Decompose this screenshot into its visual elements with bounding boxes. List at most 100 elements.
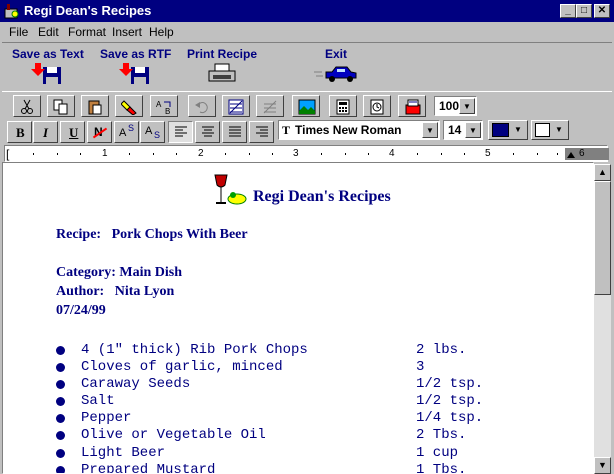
menu-edit[interactable]: Edit	[38, 25, 59, 39]
undo-button[interactable]	[188, 95, 216, 117]
align-left-button[interactable]	[168, 121, 193, 143]
copy-button[interactable]	[47, 95, 75, 117]
ingredient-name: Prepared Mustard	[81, 462, 216, 474]
scroll-down-button[interactable]: ▼	[594, 457, 611, 474]
ruler-number: 5	[485, 148, 491, 159]
ruler-number: 6	[579, 148, 585, 159]
ingredient-qty: 1 cup	[416, 445, 459, 461]
paste-button[interactable]	[81, 95, 109, 117]
replace-icon: A B	[156, 100, 171, 115]
superscript-button[interactable]: AS	[114, 121, 139, 143]
right-indent-marker[interactable]	[567, 152, 575, 158]
car-icon	[314, 66, 357, 82]
ingredient-qty: 1/4 tsp.	[416, 410, 484, 426]
minimize-button[interactable]: _	[560, 4, 576, 18]
chevron-down-icon[interactable]: ▼	[551, 122, 567, 138]
ingredient-qty: 2 Tbs.	[416, 427, 467, 443]
print-recipe-button[interactable]: Print Recipe	[187, 47, 257, 85]
back-color-select[interactable]: ▼	[531, 120, 569, 140]
lines-disabled-button[interactable]	[256, 95, 284, 117]
menu-insert[interactable]: Insert	[112, 25, 142, 39]
bullet	[56, 363, 65, 372]
clear-button[interactable]	[115, 95, 143, 117]
recipe-box-button[interactable]	[398, 95, 426, 117]
menu-format[interactable]: Format	[68, 25, 106, 39]
scroll-thumb[interactable]	[594, 181, 611, 295]
align-center-icon	[202, 126, 214, 137]
ingredient-name: Caraway Seeds	[81, 376, 191, 392]
big-toolbar: Save as Text Save as RTF Print Recipe Ex…	[2, 42, 612, 92]
exit-button[interactable]: Exit	[314, 47, 358, 85]
paste-icon	[88, 100, 102, 115]
ruler-number: 2	[198, 148, 204, 159]
lined-paper-icon	[263, 100, 277, 114]
ingredient-name: Cloves of garlic, minced	[81, 359, 283, 375]
save-as-rtf-button[interactable]: Save as RTF	[100, 47, 171, 85]
find-replace-button[interactable]: A B	[150, 95, 178, 117]
print-recipe-label: Print Recipe	[187, 47, 258, 61]
document-title: Regi Dean's Recipes	[253, 188, 391, 205]
font-value: Times New Roman	[295, 123, 402, 137]
menu-help[interactable]: Help	[149, 25, 174, 39]
floppy-disk-icon	[30, 63, 61, 84]
strikethrough-button[interactable]: N	[87, 121, 112, 143]
insert-picture-button[interactable]	[292, 95, 320, 117]
justify-button[interactable]	[222, 121, 247, 143]
ruler-number: 3	[293, 148, 299, 159]
ingredient-name: 4 (1" thick) Rib Pork Chops	[81, 342, 308, 358]
undo-icon	[195, 102, 208, 114]
font-size-select[interactable]: 14 ▼	[443, 120, 483, 140]
calculator-icon	[336, 99, 350, 115]
bullet	[56, 346, 65, 355]
ingredient-name: Pepper	[81, 410, 132, 426]
bullet	[56, 414, 65, 423]
ingredient-name: Light Beer	[81, 445, 166, 461]
chevron-down-icon[interactable]: ▼	[510, 122, 526, 138]
picture-icon	[298, 99, 316, 115]
app-icon[interactable]	[4, 3, 20, 19]
bullet	[56, 380, 65, 389]
ingredient-name: Olive or Vegetable Oil	[81, 427, 266, 443]
document-area[interactable]: Regi Dean's Recipes Recipe: Pork Chops W…	[2, 162, 594, 474]
close-button[interactable]: ✕	[594, 4, 610, 18]
chevron-down-icon[interactable]: ▼	[465, 122, 481, 138]
left-indent-marker[interactable]: [	[6, 147, 9, 161]
date-line: 07/24/99	[56, 303, 106, 318]
ruler-number: 1	[102, 148, 108, 159]
cut-button[interactable]	[13, 95, 41, 117]
align-center-button[interactable]	[195, 121, 220, 143]
author-line: Author: Nita Lyon	[56, 284, 175, 299]
lines-button[interactable]	[222, 95, 250, 117]
bullet	[56, 449, 65, 458]
category-line: Category: Main Dish	[56, 265, 182, 280]
timer-button[interactable]	[363, 95, 391, 117]
calculator-button[interactable]	[329, 95, 357, 117]
exit-label: Exit	[324, 47, 347, 61]
text-color-select[interactable]: ▼	[488, 120, 528, 140]
ingredient-qty: 3	[416, 359, 425, 375]
align-right-button[interactable]	[249, 121, 274, 143]
floppy-disk-icon	[118, 63, 149, 84]
subscript-button[interactable]: AS	[140, 121, 165, 143]
save-as-text-button[interactable]: Save as Text	[12, 47, 84, 85]
zoom-value: 100	[439, 99, 460, 113]
save-as-text-label: Save as Text	[12, 47, 84, 61]
maximize-button[interactable]: □	[576, 4, 592, 18]
eraser-icon	[121, 100, 137, 115]
bold-button[interactable]: B	[7, 121, 32, 143]
italic-button[interactable]: I	[33, 121, 58, 143]
chevron-down-icon[interactable]: ▼	[459, 98, 475, 114]
ruler[interactable]: [ 1 2 3 4 5 6	[4, 145, 609, 162]
save-as-rtf-label: Save as RTF	[100, 47, 172, 61]
title-bar[interactable]: Regi Dean's Recipes _ □ ✕	[0, 0, 614, 22]
menu-file[interactable]: File	[9, 25, 28, 39]
ingredient-qty: 2 lbs.	[416, 342, 467, 358]
zoom-select[interactable]: 100 ▼	[434, 96, 477, 116]
font-select[interactable]: T Times New Roman ▼	[278, 120, 440, 140]
scroll-up-button[interactable]: ▲	[594, 164, 611, 181]
chevron-down-icon[interactable]: ▼	[422, 122, 438, 138]
underline-button[interactable]: U	[60, 121, 85, 143]
vertical-scrollbar[interactable]: ▲ ▼	[594, 164, 611, 474]
recipe-box-icon	[405, 99, 421, 115]
text-color-swatch	[492, 123, 509, 137]
